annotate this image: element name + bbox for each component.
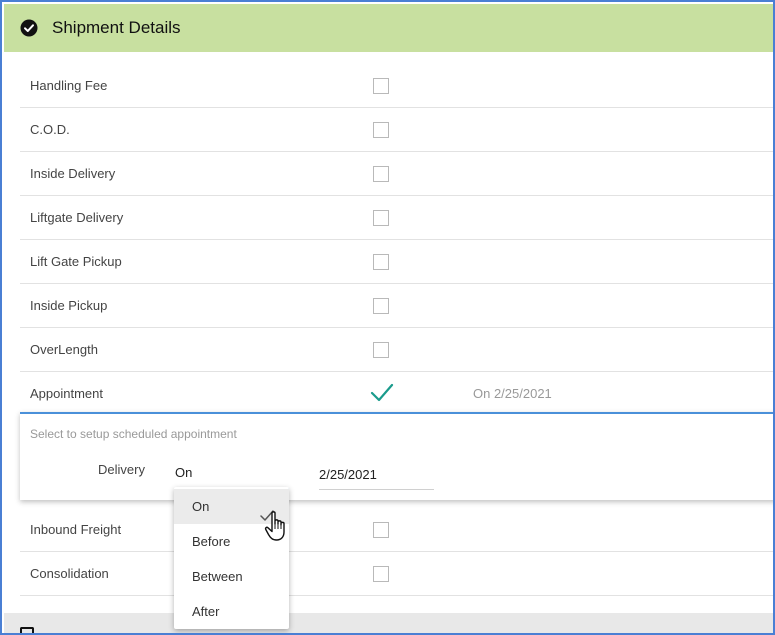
consolidation-checkbox[interactable] xyxy=(373,566,389,582)
appointment-check-icon[interactable] xyxy=(370,382,394,404)
option-label: Liftgate Delivery xyxy=(30,210,124,225)
hand-cursor-icon xyxy=(264,510,290,544)
inbound-freight-checkbox[interactable] xyxy=(373,522,389,538)
section-icon xyxy=(20,627,34,633)
appointment-hint: Select to setup scheduled appointment xyxy=(30,427,237,441)
option-text: Between xyxy=(192,569,243,584)
option-label: Inside Pickup xyxy=(30,298,108,313)
inside-pickup-checkbox[interactable] xyxy=(373,298,389,314)
option-text: Before xyxy=(192,534,231,549)
option-label: Appointment xyxy=(30,386,103,401)
lift-gate-pickup-checkbox[interactable] xyxy=(373,254,389,270)
option-row-appointment: Appointment On 2/25/2021 xyxy=(20,372,773,416)
option-label: Inside Delivery xyxy=(30,166,116,181)
option-row-overlength: OverLength xyxy=(20,328,773,372)
window-frame: Shipment Details Handling Fee C.O.D. Ins… xyxy=(0,0,775,635)
next-section-header[interactable] xyxy=(4,613,773,633)
option-row-inside-pickup: Inside Pickup xyxy=(20,284,773,328)
appointment-status: On 2/25/2021 xyxy=(473,386,552,401)
option-label: Inbound Freight xyxy=(30,522,122,537)
liftgate-delivery-checkbox[interactable] xyxy=(373,210,389,226)
option-row-cod: C.O.D. xyxy=(20,108,773,152)
inside-delivery-checkbox[interactable] xyxy=(373,166,389,182)
option-label: Consolidation xyxy=(30,566,109,581)
dropdown-option-between[interactable]: Between xyxy=(174,559,289,594)
appointment-mode-select[interactable]: On xyxy=(175,460,289,490)
handling-fee-checkbox[interactable] xyxy=(373,78,389,94)
overlength-checkbox[interactable] xyxy=(373,342,389,358)
option-text: After xyxy=(192,604,220,619)
appointment-panel: Select to setup scheduled appointment De… xyxy=(20,412,773,500)
option-row-handling-fee: Handling Fee xyxy=(20,64,773,108)
option-row-consolidation: Consolidation xyxy=(20,552,773,596)
option-label: Handling Fee xyxy=(30,78,108,93)
option-text: On xyxy=(192,499,210,514)
appointment-mode-dropdown: On Before Between After xyxy=(174,487,289,629)
option-label: Lift Gate Pickup xyxy=(30,254,122,269)
appointment-date-input[interactable] xyxy=(319,460,434,490)
option-label: C.O.D. xyxy=(30,122,70,137)
dropdown-option-after[interactable]: After xyxy=(174,594,289,629)
option-row-inbound-freight: Inbound Freight xyxy=(20,508,773,552)
check-circle-icon xyxy=(20,19,38,37)
cod-checkbox[interactable] xyxy=(373,122,389,138)
appointment-mode-value: On xyxy=(175,465,193,480)
option-row-liftgate-delivery: Liftgate Delivery xyxy=(20,196,773,240)
section-title: Shipment Details xyxy=(52,18,181,37)
delivery-label: Delivery xyxy=(98,462,145,477)
option-row-inside-delivery: Inside Delivery xyxy=(20,152,773,196)
shipment-details-header[interactable]: Shipment Details xyxy=(4,4,773,52)
option-label: OverLength xyxy=(30,342,98,357)
option-row-lift-gate-pickup: Lift Gate Pickup xyxy=(20,240,773,284)
